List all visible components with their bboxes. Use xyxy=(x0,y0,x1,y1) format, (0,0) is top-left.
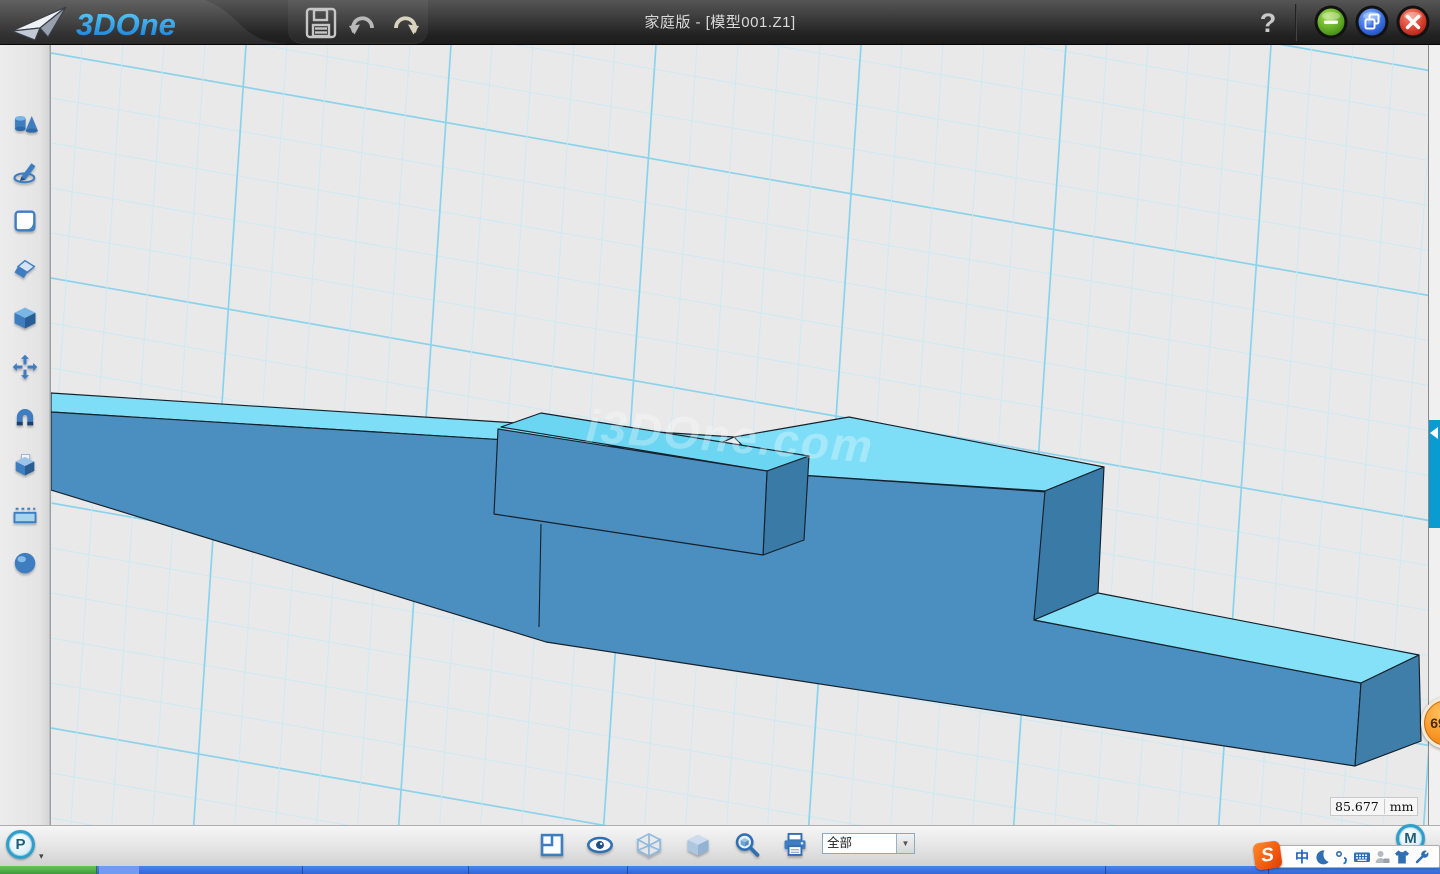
minimize-icon xyxy=(1324,21,1338,24)
ime-language-button[interactable]: 中 xyxy=(1293,848,1311,866)
constraints-button[interactable] xyxy=(11,402,39,430)
grid-line xyxy=(51,53,1429,296)
features-button[interactable] xyxy=(11,304,39,332)
profile-badge[interactable]: P xyxy=(6,830,35,859)
ime-fullhalf-button[interactable] xyxy=(1313,848,1331,866)
minimize-button[interactable] xyxy=(1313,4,1349,40)
layout-icon xyxy=(542,835,562,855)
combine-button[interactable] xyxy=(11,451,39,479)
magnet-icon xyxy=(17,409,33,425)
restore-button[interactable] xyxy=(1354,4,1390,40)
chevron-down-icon: ▼ xyxy=(896,834,914,853)
panel-expand-tab[interactable] xyxy=(1429,420,1440,528)
grid-line xyxy=(51,818,1429,825)
zoom-button[interactable] xyxy=(733,831,761,859)
profile-letter: P xyxy=(15,836,25,853)
window-title: 家庭版 - [模型001.Z1] xyxy=(0,0,1440,45)
grid-line xyxy=(51,45,1429,116)
printer-icon xyxy=(785,834,806,855)
wireframe-cube-icon xyxy=(638,834,660,856)
visibility-button[interactable] xyxy=(586,831,614,859)
edit-sketch-icon xyxy=(16,212,35,231)
ime-user-button[interactable] xyxy=(1373,848,1391,866)
move-button[interactable] xyxy=(11,353,39,381)
primitive-solids-icon xyxy=(15,116,38,133)
measurement-value: 85.677 xyxy=(1335,799,1379,814)
titlebar: 3DOne 家庭版 - [模型001.Z1] ? xyxy=(0,0,1440,45)
close-button[interactable] xyxy=(1395,4,1431,40)
ime-punctuation-button[interactable] xyxy=(1333,848,1351,866)
layout-button[interactable] xyxy=(538,831,566,859)
ime-keyboard-button[interactable] xyxy=(1353,848,1371,866)
filter-value: 全部 xyxy=(823,834,896,853)
ime-sogou-logo[interactable]: S xyxy=(1252,840,1282,870)
shirt-icon xyxy=(1394,849,1410,865)
taskbar-quicklaunch xyxy=(99,866,139,874)
ime-skin-button[interactable] xyxy=(1393,848,1411,866)
start-button[interactable] xyxy=(0,866,97,874)
bottom-toolbar xyxy=(0,825,1440,866)
titlebar-separator xyxy=(1295,4,1297,41)
taskbar-separator xyxy=(627,866,628,874)
material-render-button[interactable] xyxy=(11,548,39,576)
sketch-icon xyxy=(15,163,36,182)
taskbar[interactable] xyxy=(0,866,1440,874)
profile-caret-icon[interactable]: ▾ xyxy=(39,851,44,862)
edit-sketch-button[interactable] xyxy=(11,207,39,235)
wireframe-view-button[interactable] xyxy=(635,831,663,859)
ime-toolbar: 中 xyxy=(1278,845,1440,868)
taskbar-separator xyxy=(1105,866,1106,874)
measurement-readout: 85.677 mm xyxy=(1330,797,1418,816)
model-face-block-right[interactable] xyxy=(763,456,809,555)
measure-icon xyxy=(15,509,36,522)
left-toolbar xyxy=(0,45,50,825)
chevron-left-icon xyxy=(1430,427,1438,439)
scene-3d[interactable]: i3DOne.com xyxy=(51,45,1429,825)
wrench-icon xyxy=(1414,849,1430,865)
taskbar-separator xyxy=(302,866,303,874)
print-button[interactable] xyxy=(781,831,809,859)
grid-line xyxy=(51,45,1429,161)
special-shapes-button[interactable] xyxy=(11,256,39,284)
moon-icon xyxy=(1314,849,1330,865)
filter-dropdown[interactable]: 全部 ▼ xyxy=(822,833,915,854)
sketch-button[interactable] xyxy=(11,158,39,186)
notification-count: 69 xyxy=(1430,715,1440,731)
keyboard-icon xyxy=(1353,849,1371,865)
grid-line xyxy=(51,188,1429,431)
punctuation-icon xyxy=(1334,849,1350,865)
measurement-unit: mm xyxy=(1384,799,1414,814)
taskbar-separator xyxy=(468,866,469,874)
grid-line xyxy=(51,98,1429,341)
combine-icon xyxy=(16,455,35,476)
help-button[interactable]: ? xyxy=(1253,5,1283,41)
special-shapes-icon xyxy=(15,261,35,279)
grid-line xyxy=(51,143,1429,386)
features-icon xyxy=(15,308,36,329)
move-icon xyxy=(13,355,38,380)
eye-icon xyxy=(588,838,611,852)
magnifier-icon xyxy=(737,835,757,855)
shaded-view-button[interactable] xyxy=(684,831,712,859)
shaded-cube-icon xyxy=(688,835,709,856)
grid-line xyxy=(51,45,1429,71)
primitive-solids-button[interactable] xyxy=(11,109,39,137)
measure-button[interactable] xyxy=(11,500,39,528)
viewport-canvas[interactable]: i3DOne.com xyxy=(50,45,1428,825)
sphere-icon xyxy=(15,553,36,574)
grid-line xyxy=(51,45,1429,206)
person-icon xyxy=(1374,849,1390,865)
sogou-letter: S xyxy=(1260,844,1276,868)
ime-settings-button[interactable] xyxy=(1413,848,1431,866)
